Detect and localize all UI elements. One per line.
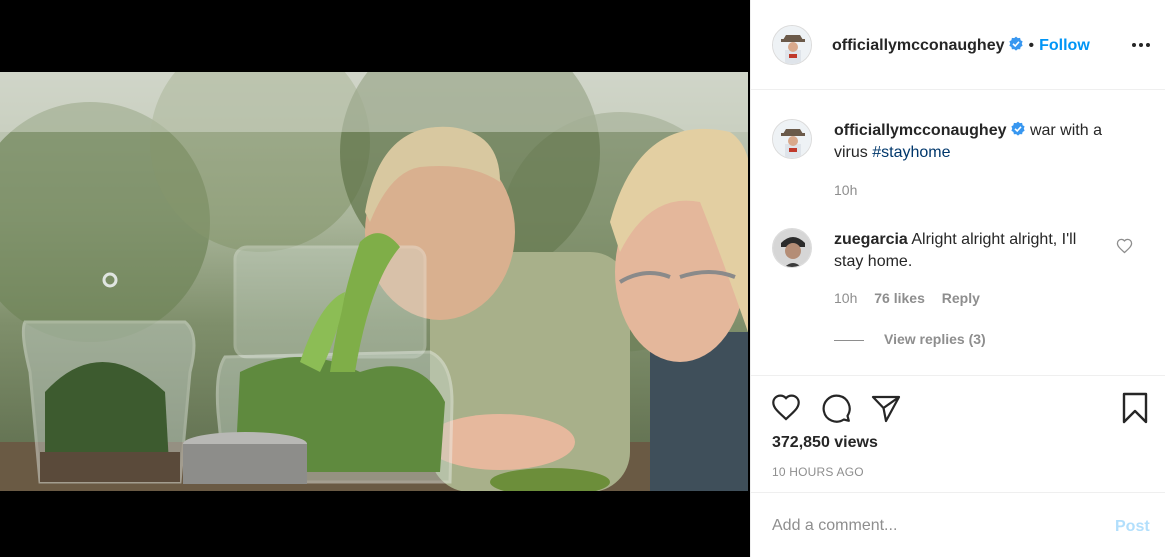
caption-author-avatar[interactable]	[772, 119, 812, 159]
caption-username[interactable]: officiallymcconaughey	[834, 122, 1007, 139]
commenter-avatar-image	[773, 229, 811, 267]
post-actions: 372,850 views 10 HOURS AGO	[751, 377, 1165, 493]
video-player[interactable]	[0, 72, 748, 491]
commenter-avatar[interactable]	[772, 228, 812, 268]
post-header: officiallymcconaughey • Follow	[751, 0, 1165, 90]
view-count[interactable]: 372,850 views	[772, 434, 878, 452]
replies-divider	[834, 339, 864, 341]
author-avatar-image	[773, 26, 811, 64]
media-panel	[0, 0, 750, 557]
author-username[interactable]: officiallymcconaughey	[832, 37, 1005, 54]
comments-section: officiallymcconaughey war with a virus #…	[751, 91, 1165, 376]
reply-button[interactable]: Reply	[942, 290, 980, 306]
post-sidebar: officiallymcconaughey • Follow officiallym…	[750, 0, 1165, 557]
author-avatar[interactable]	[772, 25, 812, 65]
heart-icon[interactable]	[770, 392, 802, 424]
post-timestamp[interactable]: 10 HOURS AGO	[772, 465, 864, 479]
caption-hashtag[interactable]: #stayhome	[872, 144, 950, 161]
follow-button[interactable]: Follow	[1039, 37, 1090, 54]
add-comment-bar: Post	[751, 494, 1165, 557]
add-comment-input[interactable]	[772, 514, 1092, 538]
caption-avatar-image	[773, 120, 811, 158]
comment-like-heart-icon[interactable]	[1116, 238, 1133, 255]
comment: zuegarcia Alright alright alright, I'll …	[834, 229, 1104, 273]
header-separator: •	[1028, 37, 1035, 54]
comment-username[interactable]: zuegarcia	[834, 231, 908, 248]
caption-timestamp[interactable]: 10h	[834, 182, 857, 198]
share-icon[interactable]	[870, 392, 902, 424]
video-frame	[0, 72, 748, 491]
verified-badge-icon	[1008, 36, 1023, 51]
post-comment-button[interactable]: Post	[1115, 518, 1150, 536]
bookmark-icon[interactable]	[1119, 392, 1151, 424]
comment-icon[interactable]	[820, 392, 852, 424]
caption: officiallymcconaughey war with a virus #…	[834, 120, 1134, 164]
view-replies-label: View replies (3)	[884, 331, 986, 347]
verified-badge-icon	[1010, 121, 1025, 136]
view-replies-button[interactable]: View replies (3)	[834, 331, 986, 347]
comment-timestamp[interactable]: 10h	[834, 290, 857, 306]
comment-meta: 10h 76 likes Reply	[834, 290, 993, 306]
more-options-icon[interactable]	[1129, 35, 1153, 55]
comment-likes[interactable]: 76 likes	[874, 290, 925, 306]
